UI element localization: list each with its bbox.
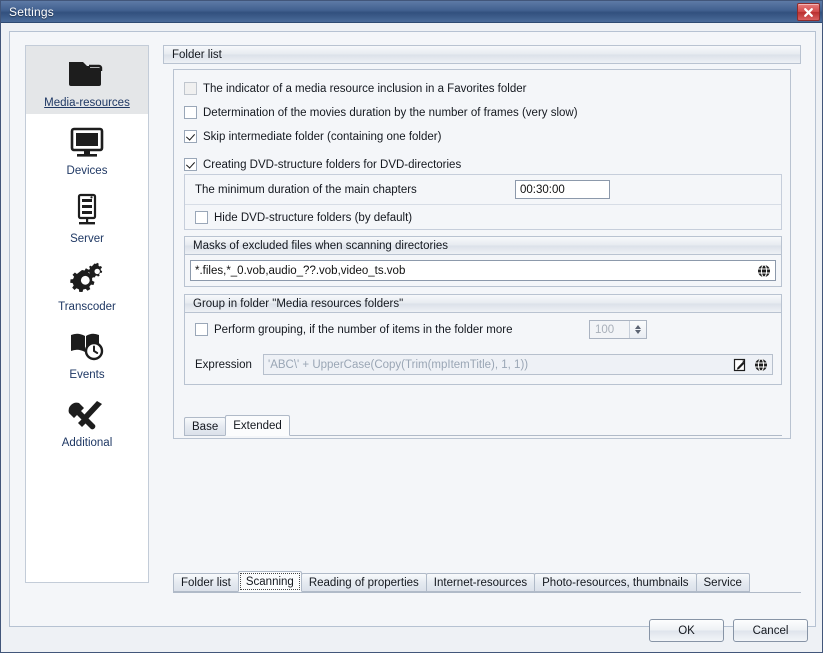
dvd-options-frame: The minimum duration of the main chapter… xyxy=(184,174,782,230)
server-icon xyxy=(64,189,110,231)
min-duration-input[interactable] xyxy=(515,180,610,199)
masks-value: *.files,*_0.vob,audio_??.vob,video_ts.vo… xyxy=(195,264,406,277)
expression-value: 'ABC\' + UpperCase(Copy(Trim(mpItemTitle… xyxy=(268,358,529,371)
tab-label: Internet-resources xyxy=(433,576,528,589)
checkbox-perform-grouping[interactable]: Perform grouping, if the number of items… xyxy=(195,321,513,338)
grouping-group-title: Group in folder "Media resources folders… xyxy=(193,297,404,310)
globe-icon[interactable] xyxy=(751,355,770,374)
checkbox-label: Determination of the movies duration by … xyxy=(203,106,578,119)
tools-icon xyxy=(64,393,110,435)
title-bar: Settings xyxy=(1,1,822,23)
checkbox-box xyxy=(184,158,197,171)
expression-label: Expression xyxy=(195,358,252,371)
sidebar-item-label: Server xyxy=(70,233,104,245)
window-title: Settings xyxy=(9,4,54,19)
sidebar-item-additional[interactable]: Additional xyxy=(26,386,148,454)
grouping-group-body: Perform grouping, if the number of items… xyxy=(184,313,782,385)
checkbox-hide-dvd-folders[interactable]: Hide DVD-structure folders (by default) xyxy=(195,209,412,226)
sidebar-item-events[interactable]: Events xyxy=(26,318,148,386)
stepper-arrows[interactable] xyxy=(629,321,646,338)
folder-list-content: The indicator of a media resource inclus… xyxy=(173,69,791,439)
tab-base[interactable]: Base xyxy=(184,417,227,436)
tab-label: Extended xyxy=(233,419,282,432)
sidebar-item-label: Devices xyxy=(66,165,108,177)
checkbox-create-dvd-structure[interactable]: Creating DVD-structure folders for DVD-d… xyxy=(184,156,461,173)
checkbox-box xyxy=(195,323,208,336)
edit-icon[interactable] xyxy=(730,355,749,374)
tab-label: Folder list xyxy=(181,576,231,589)
sidebar-item-devices[interactable]: Devices xyxy=(26,114,148,182)
checkbox-box xyxy=(184,106,197,119)
folder-list-group-title: Folder list xyxy=(172,48,222,61)
checkbox-label: Skip intermediate folder (containing one… xyxy=(203,130,442,143)
min-duration-label: The minimum duration of the main chapter… xyxy=(195,183,417,196)
tab-folder-list[interactable]: Folder list xyxy=(173,573,239,592)
grouping-count-value: 100 xyxy=(595,323,615,336)
sidebar-item-label: Transcoder xyxy=(58,301,116,313)
book-clock-icon xyxy=(64,325,110,367)
tab-label: Scanning xyxy=(245,575,294,588)
checkbox-skip-intermediate-folder[interactable]: Skip intermediate folder (containing one… xyxy=(184,128,441,145)
gears-icon xyxy=(64,257,110,299)
inner-tabstrip: Base Extended xyxy=(184,415,290,436)
tab-label: Reading of properties xyxy=(308,576,419,589)
checkbox-label: Hide DVD-structure folders (by default) xyxy=(214,211,413,224)
checkbox-box xyxy=(184,82,197,95)
checkbox-movies-duration-frames[interactable]: Determination of the movies duration by … xyxy=(184,104,578,121)
globe-icon[interactable] xyxy=(754,261,773,280)
checkbox-label: The indicator of a media resource inclus… xyxy=(203,82,527,95)
close-button[interactable] xyxy=(797,3,820,21)
bottom-tabstrip: Folder list Scanning Reading of properti… xyxy=(173,571,750,592)
sidebar-item-label: Media-resources xyxy=(44,97,130,109)
hide-dvd-row: Hide DVD-structure folders (by default) xyxy=(185,204,781,230)
close-icon xyxy=(804,7,813,17)
ok-button[interactable]: OK xyxy=(649,619,724,642)
masks-group-body: *.files,*_0.vob,audio_??.vob,video_ts.vo… xyxy=(184,255,782,287)
folder-list-group-header: Folder list xyxy=(163,45,801,64)
folder-icon xyxy=(64,53,110,95)
checkbox-label: Creating DVD-structure folders for DVD-d… xyxy=(203,158,462,171)
perform-grouping-row: Perform grouping, if the number of items… xyxy=(195,321,513,338)
grouping-group-header: Group in folder "Media resources folders… xyxy=(184,294,782,313)
expression-row: Expression 'ABC\' + UpperCase(Copy(Trim(… xyxy=(195,354,773,375)
masks-group-header: Masks of excluded files when scanning di… xyxy=(184,236,782,255)
checkbox-box xyxy=(184,130,197,143)
tab-scanning[interactable]: Scanning xyxy=(237,571,302,592)
cancel-button[interactable]: Cancel xyxy=(733,619,808,642)
checkbox-favorites-indicator[interactable]: The indicator of a media resource inclus… xyxy=(184,80,526,97)
bottom-tab-underline xyxy=(173,592,801,593)
sidebar: Media-resources Devices Server Transcode… xyxy=(25,45,149,583)
tab-extended[interactable]: Extended xyxy=(225,415,290,436)
client-area: Media-resources Devices Server Transcode… xyxy=(1,23,822,652)
tab-label: Base xyxy=(192,420,219,433)
expression-field[interactable]: 'ABC\' + UpperCase(Copy(Trim(mpItemTitle… xyxy=(263,354,773,375)
settings-window: Settings Media-resources Devices Server … xyxy=(0,0,823,653)
sidebar-item-media-resources[interactable]: Media-resources xyxy=(26,46,148,114)
min-duration-row: The minimum duration of the main chapter… xyxy=(185,175,781,204)
tab-reading-of-properties[interactable]: Reading of properties xyxy=(300,573,427,592)
sidebar-item-label: Additional xyxy=(61,437,113,449)
grouping-count-stepper[interactable]: 100 xyxy=(589,320,647,339)
sidebar-item-transcoder[interactable]: Transcoder xyxy=(26,250,148,318)
monitor-icon xyxy=(64,121,110,163)
checkbox-box xyxy=(195,211,208,224)
checkbox-label: Perform grouping, if the number of items… xyxy=(214,323,513,336)
sidebar-item-server[interactable]: Server xyxy=(26,182,148,250)
tab-internet-resources[interactable]: Internet-resources xyxy=(425,573,536,592)
right-pane: Folder list The indicator of a media res… xyxy=(163,45,801,597)
tab-service[interactable]: Service xyxy=(695,573,750,592)
sidebar-item-label: Events xyxy=(69,369,105,381)
masks-field[interactable]: *.files,*_0.vob,audio_??.vob,video_ts.vo… xyxy=(190,260,776,281)
tab-photo-resources-thumbnails[interactable]: Photo-resources, thumbnails xyxy=(534,573,697,592)
tab-label: Photo-resources, thumbnails xyxy=(542,576,689,589)
tab-label: Service xyxy=(703,576,742,589)
masks-group-title: Masks of excluded files when scanning di… xyxy=(193,239,449,252)
